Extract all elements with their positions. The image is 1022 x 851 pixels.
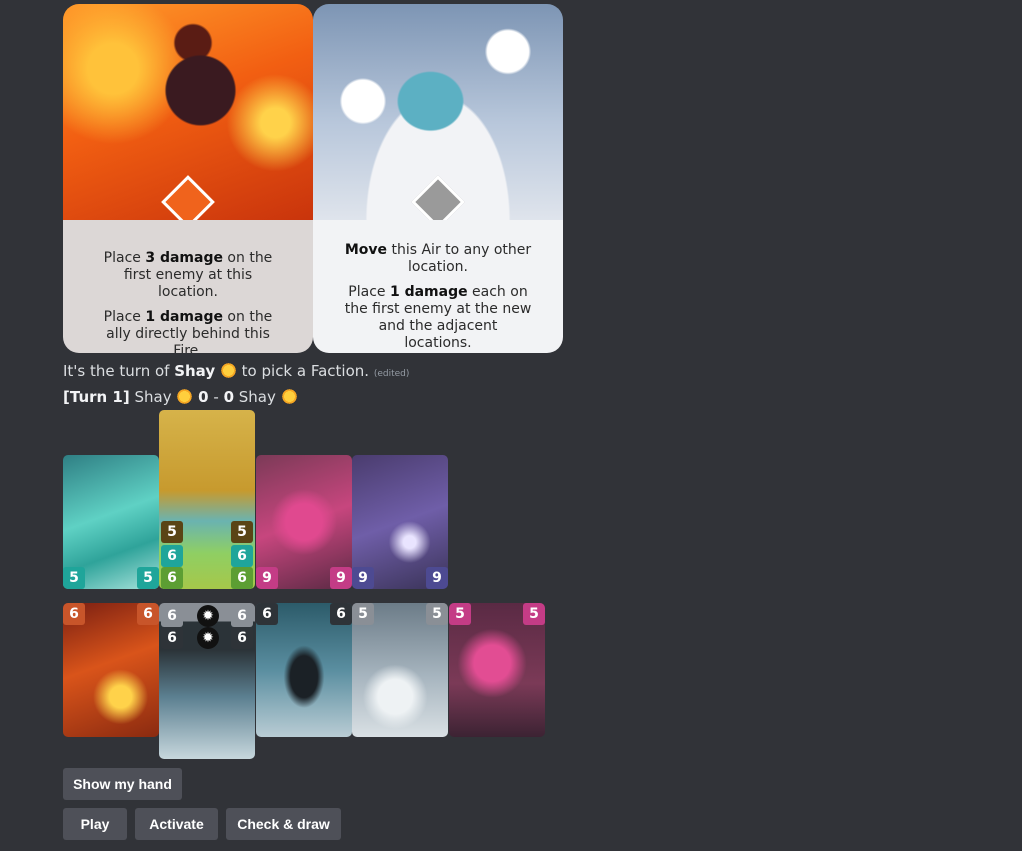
card-value-right: 9 [426, 567, 448, 589]
card-value-left: 5 [63, 567, 85, 589]
burst-icon: ✹ [197, 627, 219, 649]
card-value-left: 6 [63, 603, 85, 625]
burst-icon: ✹ [197, 605, 219, 627]
card-value-right: 6 [137, 603, 159, 625]
water-card[interactable]: 5 5 [63, 455, 159, 589]
play-button[interactable]: Play [63, 808, 127, 840]
card-value-right: 6 [231, 567, 253, 589]
card-value-left: 5 [352, 603, 374, 625]
check-draw-button[interactable]: Check & draw [226, 808, 341, 840]
score-left: 0 [198, 388, 209, 406]
card-value-right: 9 [330, 567, 352, 589]
crystal-card[interactable]: 5 5 [449, 603, 545, 737]
card-value-right: 6 [231, 605, 253, 627]
card-value-left: 5 [161, 521, 183, 543]
crystal-card[interactable]: 9 9 [256, 455, 352, 589]
card-value-right: 6 [330, 603, 352, 625]
sun-emoji-icon [176, 388, 194, 405]
score-line: [Turn 1] Shay 0 - 0 Shay [63, 388, 298, 406]
edited-label: (edited) [373, 369, 410, 379]
shadow-card[interactable]: 6 ✹ 6 6 ✹ 6 [159, 603, 255, 759]
fire-card[interactable]: 6 6 [63, 603, 159, 737]
card-value-right: 5 [426, 603, 448, 625]
lightning-card[interactable]: 9 9 [352, 455, 448, 589]
card-value-right: 6 [231, 627, 253, 649]
card-value-left: 6 [161, 567, 183, 589]
sun-emoji-icon [219, 362, 237, 379]
turn-message: It's the turn of Shay to pick a Faction.… [63, 362, 409, 380]
card-value-left: 6 [161, 627, 183, 649]
air-card-text: Move this Air to any other location. Pla… [313, 220, 563, 353]
card-value-left: 9 [352, 567, 374, 589]
air-card-large: Move this Air to any other location. Pla… [313, 4, 563, 353]
score-right: 0 [223, 388, 234, 406]
turn-label: [Turn 1] [63, 388, 130, 406]
card-value-left: 6 [256, 603, 278, 625]
card-value-right: 5 [231, 521, 253, 543]
card-value-right: 5 [523, 603, 545, 625]
fire-card-large: Place 3 damage on the first enemy at thi… [63, 4, 313, 353]
player-name: Shay [174, 362, 216, 380]
score-dash: - [208, 388, 224, 406]
score-left-player: Shay [134, 388, 172, 406]
card-value-left: 6 [161, 605, 183, 627]
turn-prefix: It's the turn of [63, 362, 175, 380]
air-card[interactable]: 5 5 [352, 603, 448, 737]
card-value-left: 5 [449, 603, 471, 625]
card-value-left: 6 [161, 545, 183, 567]
activate-button[interactable]: Activate [135, 808, 218, 840]
card-value-right: 5 [137, 567, 159, 589]
score-right-player: Shay [238, 388, 276, 406]
shadow-card[interactable]: 6 6 [256, 603, 352, 737]
fire-card-text: Place 3 damage on the first enemy at thi… [63, 220, 313, 353]
card-value-right: 6 [231, 545, 253, 567]
turn-suffix: to pick a Faction. [236, 362, 370, 380]
earth-card[interactable]: 5 5 6 6 6 6 [159, 410, 255, 589]
show-hand-button[interactable]: Show my hand [63, 768, 182, 800]
sun-emoji-icon [280, 388, 298, 405]
card-value-left: 9 [256, 567, 278, 589]
